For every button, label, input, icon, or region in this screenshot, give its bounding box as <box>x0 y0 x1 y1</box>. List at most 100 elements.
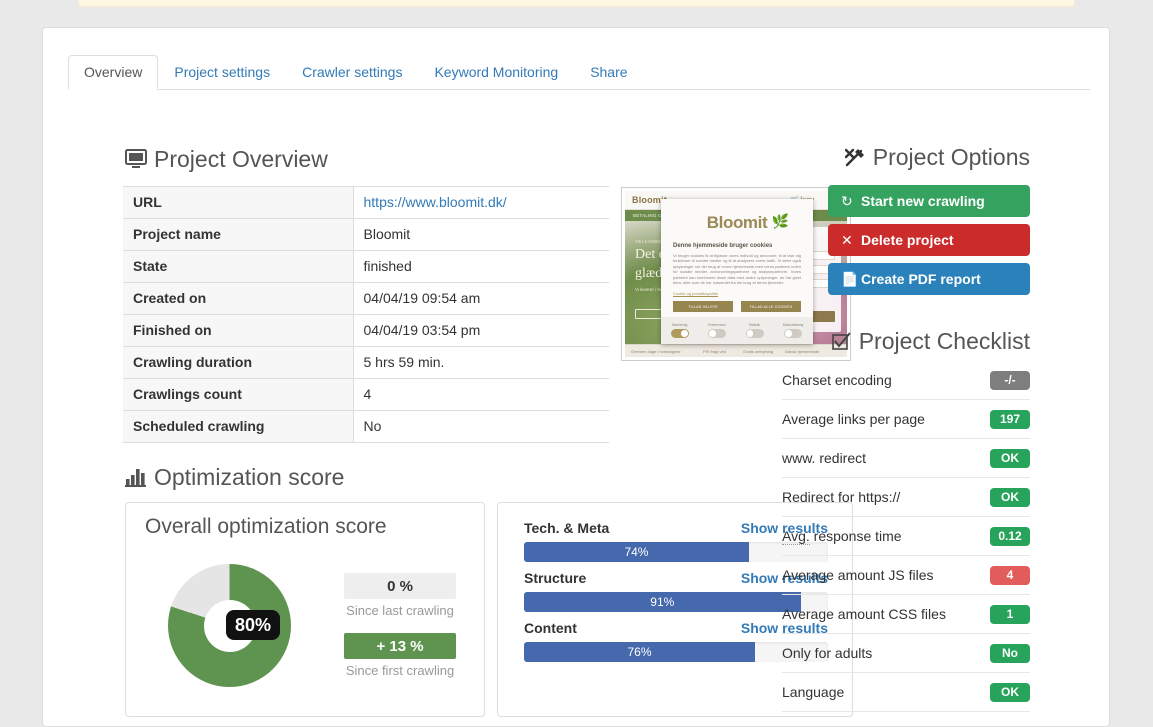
checklist-row: Charset encoding -/- <box>782 361 1030 400</box>
tab-overview[interactable]: Overview <box>68 55 158 90</box>
donut-value-label: 80% <box>226 610 280 640</box>
cookie-toggle-label: Nødvendig <box>671 323 689 327</box>
checkbox-checked-icon <box>832 332 852 351</box>
checklist-label: Average amount CSS files <box>782 606 946 622</box>
tab-keyword-monitoring[interactable]: Keyword Monitoring <box>418 55 574 90</box>
toggle-switch[interactable] <box>784 329 802 338</box>
cookie-allow-selected-button[interactable]: TILLAD VALGTE <box>673 301 733 312</box>
project-panel: OverviewProject settingsCrawler settings… <box>42 27 1110 727</box>
score-deltas: 0 % Since last crawling + 13 % Since fir… <box>344 573 456 693</box>
overview-row-value: finished <box>353 251 609 283</box>
overview-row-value[interactable]: https://www.bloomit.dk/ <box>353 187 609 219</box>
table-row: Crawling duration5 hrs 59 min. <box>123 347 609 379</box>
status-badge: 4 <box>990 566 1030 585</box>
overview-row-label: Scheduled crawling <box>123 411 353 443</box>
checklist-label: Language <box>782 684 844 700</box>
project-checklist-heading: Project Checklist <box>832 327 1030 355</box>
cookie-toggle-label: Præferencer <box>708 323 726 327</box>
refresh-icon: ↻ <box>841 193 861 210</box>
toggle-switch[interactable] <box>746 329 764 338</box>
table-row: Project nameBloomit <box>123 219 609 251</box>
checklist-row: Average amount CSS files1 <box>782 595 1030 634</box>
project-overview-title: Project Overview <box>154 145 328 173</box>
overview-row-value: 04/04/19 09:54 am <box>353 283 609 315</box>
site-footer-bar: Gennem dage i hverdagene FRI fragt ved G… <box>625 344 847 357</box>
delta-since-first-caption: Since first crawling <box>344 663 456 679</box>
cookie-allow-all-button[interactable]: TILLAD ALLE COOKIES <box>741 301 801 312</box>
cookie-toggle-label: Markedsføring <box>783 323 803 327</box>
project-tabs: OverviewProject settingsCrawler settings… <box>68 57 1090 90</box>
checklist-row: Only for adults No <box>782 634 1030 673</box>
notification-alert-bar <box>78 0 1075 7</box>
overview-row-label: State <box>123 251 353 283</box>
leaf-icon: 🌿 <box>772 213 789 230</box>
option-button-label: Start new crawling <box>861 193 985 209</box>
overview-row-label: Project name <box>123 219 353 251</box>
tab-crawler-settings[interactable]: Crawler settings <box>286 55 418 90</box>
table-row: Crawlings count4 <box>123 379 609 411</box>
bar-chart-icon <box>125 467 147 487</box>
score-bar-title: Structure <box>524 570 586 587</box>
site-footer-2: FRI fragt ved <box>703 349 726 354</box>
monitor-icon <box>125 149 147 169</box>
cookie-toggle-row: Nødvendig Præferencer Statistik Markedsføri… <box>661 317 813 344</box>
overview-row-value: 04/04/19 03:54 pm <box>353 315 609 347</box>
project-options-title: Project Options <box>873 143 1030 171</box>
start-new-crawling-button[interactable]: ↻Start new crawling <box>828 185 1030 217</box>
option-button-label: Delete project <box>861 232 954 248</box>
thumbnail-content: Bloomit 🛒 kurv BETALING OG LEVERING VELK… <box>625 191 847 357</box>
site-footer-4: Dansk hjemmeside <box>785 349 819 354</box>
progress-fill: 91% <box>524 592 801 612</box>
checklist-label: Average amount JS files <box>782 567 934 583</box>
status-badge: -/- <box>990 371 1030 390</box>
overview-row-label: Created on <box>123 283 353 315</box>
file-icon: 📄 <box>841 271 861 288</box>
checklist-row: Average links per page197 <box>782 400 1030 439</box>
overview-row-value: 4 <box>353 379 609 411</box>
overview-row-label: Crawling duration <box>123 347 353 379</box>
overview-row-value: 5 hrs 59 min. <box>353 347 609 379</box>
project-checklist-list: Charset encoding -/- Average links per pag… <box>782 361 1030 712</box>
cookie-toggle[interactable]: Statistik <box>746 323 764 338</box>
cookie-toggle[interactable]: Præferencer <box>708 323 726 338</box>
toggle-switch[interactable] <box>671 329 689 338</box>
overview-row-label: URL <box>123 187 353 219</box>
close-icon: ✕ <box>841 232 861 249</box>
delta-since-last-value: 0 % <box>344 573 456 599</box>
overview-row-label: Crawlings count <box>123 379 353 411</box>
cookie-policy-link[interactable]: Cookie og privatlivspolitik <box>673 291 718 296</box>
create-pdf-report-button[interactable]: 📄Create PDF report <box>828 263 1030 295</box>
site-footer-1: Gennem dage i hverdagene <box>631 349 681 354</box>
table-row: URL https://www.bloomit.dk/ <box>123 187 609 219</box>
checklist-label: Charset encoding <box>782 372 892 388</box>
project-url-link[interactable]: https://www.bloomit.dk/ <box>364 194 507 210</box>
overall-score-panel: Overall optimization score 80% 0 % Since… <box>125 502 485 717</box>
status-badge: 0.12 <box>990 527 1030 546</box>
status-badge: No <box>990 644 1030 663</box>
project-overview-table: URL https://www.bloomit.dk/Project nameBl… <box>123 186 609 443</box>
status-badge: OK <box>990 449 1030 468</box>
progress-fill: 76% <box>524 642 755 662</box>
delta-since-first-value: + 13 % <box>344 633 456 659</box>
checklist-row: Redirect for https:// OK <box>782 478 1030 517</box>
toggle-switch[interactable] <box>708 329 726 338</box>
overview-row-label: Finished on <box>123 315 353 347</box>
checklist-label: Avg. response time <box>782 528 902 544</box>
cookie-consent-dialog[interactable]: Bloomit 🌿 Denne hjemmeside bruger cookie… <box>661 199 813 344</box>
cookie-toggle[interactable]: Markedsføring <box>783 323 803 338</box>
tab-share[interactable]: Share <box>574 55 643 90</box>
checklist-label: Redirect for https:// <box>782 489 900 505</box>
abbreviation[interactable]: Avg. <box>782 528 810 545</box>
delete-project-button[interactable]: ✕Delete project <box>828 224 1030 256</box>
checklist-label: Only for adults <box>782 645 872 661</box>
score-donut-chart: 80% <box>168 564 291 687</box>
cookie-dialog-heading: Denne hjemmeside bruger cookies <box>673 243 772 249</box>
checklist-row: Average amount JS files 4 <box>782 556 1030 595</box>
cookie-toggle[interactable]: Nødvendig <box>671 323 689 338</box>
status-badge: 197 <box>990 410 1030 429</box>
status-badge: OK <box>990 488 1030 507</box>
table-row: Statefinished <box>123 251 609 283</box>
website-screenshot-thumbnail[interactable]: Bloomit 🛒 kurv BETALING OG LEVERING VELK… <box>621 187 851 361</box>
overall-score-title: Overall optimization score <box>145 514 387 539</box>
tab-project-settings[interactable]: Project settings <box>158 55 286 90</box>
